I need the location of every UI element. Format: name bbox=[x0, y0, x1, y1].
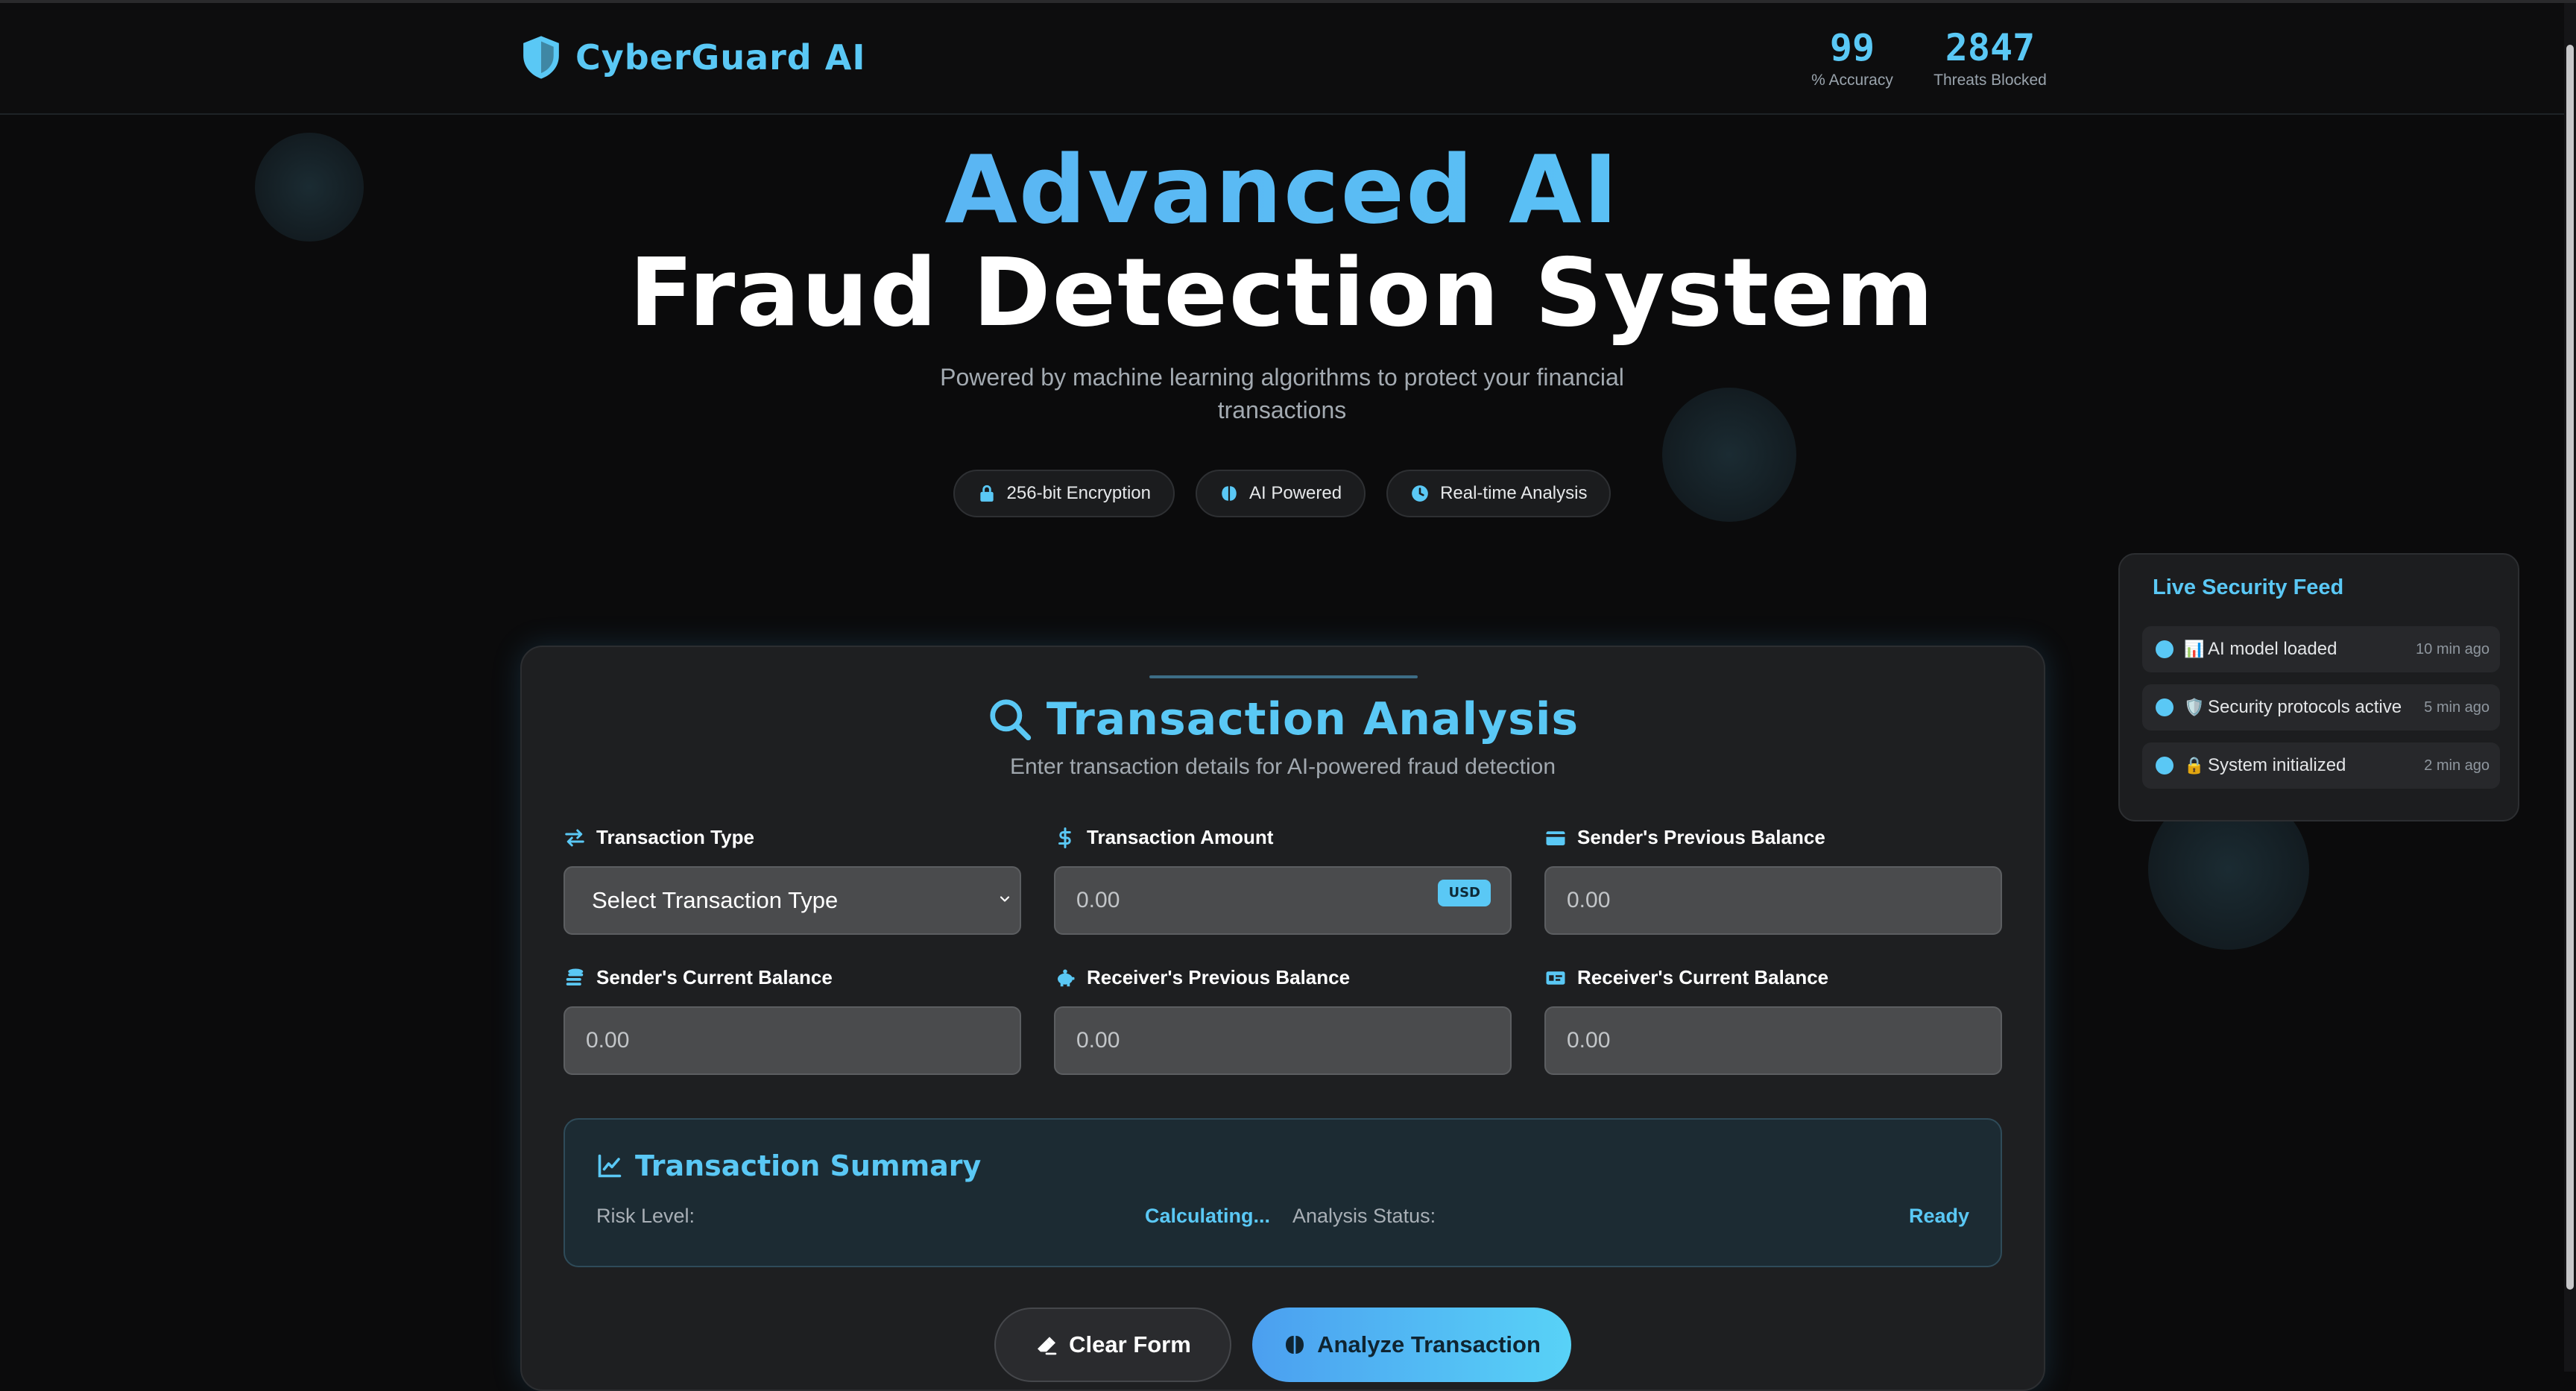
threats-blocked-stat: 2847 Threats Blocked bbox=[1925, 25, 2056, 89]
receiver-prev-balance-field[interactable] bbox=[1054, 1006, 1512, 1075]
hero-title-accent: Advanced AI bbox=[0, 134, 2564, 246]
piggy-bank-icon bbox=[1058, 969, 1075, 986]
card-title: Transaction Analysis bbox=[1046, 693, 1579, 745]
feed-item: 🔒 System initialized 2 min ago bbox=[2142, 742, 2500, 789]
lock-icon: 🔒 bbox=[2184, 756, 2205, 775]
money-check-icon bbox=[1546, 971, 1565, 985]
card-accent-line bbox=[1149, 675, 1418, 678]
chip-realtime: Real-time Analysis bbox=[1386, 470, 1611, 517]
currency-badge: USD bbox=[1438, 880, 1491, 906]
summary-header: Transaction Summary bbox=[596, 1149, 981, 1182]
threats-blocked-value: 2847 bbox=[1945, 26, 2036, 69]
receiver-curr-balance-field[interactable] bbox=[1544, 1006, 2002, 1075]
analysis-status-value: Ready bbox=[1908, 1205, 1969, 1227]
feed-item-text: System initialized bbox=[2208, 755, 2346, 775]
clock-icon bbox=[1412, 485, 1428, 502]
receiver-curr-balance-label: Receiver's Current Balance bbox=[1544, 966, 1828, 989]
brand-logo[interactable]: CyberGuard AI bbox=[519, 34, 865, 81]
shield-icon: 🛡️ bbox=[2184, 698, 2205, 717]
feed-title: Live Security Feed bbox=[2153, 575, 2344, 599]
threats-blocked-label: Threats Blocked bbox=[1933, 72, 2047, 89]
feed-item: 📊 AI model loaded 10 min ago bbox=[2142, 626, 2500, 672]
feed-item-text: Security protocols active bbox=[2208, 697, 2402, 717]
chip-label: 256-bit Encryption bbox=[1006, 483, 1151, 503]
shield-icon bbox=[523, 36, 559, 79]
field-label-text: Transaction Type bbox=[596, 826, 754, 848]
top-navbar: CyberGuard AI 99 % Accuracy 2847 Threats… bbox=[0, 3, 2564, 115]
brain-icon bbox=[1286, 1336, 1304, 1354]
sender-curr-balance-label: Sender's Current Balance bbox=[564, 966, 833, 989]
chip-label: AI Powered bbox=[1248, 483, 1342, 503]
chip-label: Real-time Analysis bbox=[1440, 483, 1588, 503]
line-chart-icon bbox=[598, 1154, 622, 1178]
summary-title: Transaction Summary bbox=[635, 1149, 982, 1182]
brand-name: CyberGuard AI bbox=[575, 37, 866, 78]
card-subtitle: Enter transaction details for AI-powered… bbox=[1009, 754, 1556, 779]
risk-level-label: Risk Level: bbox=[596, 1205, 695, 1227]
coins-icon bbox=[566, 968, 584, 985]
feed-item-time: 5 min ago bbox=[2424, 698, 2490, 716]
sender-prev-balance-field[interactable] bbox=[1544, 866, 2002, 935]
field-label-text: Receiver's Previous Balance bbox=[1087, 966, 1351, 988]
exchange-icon bbox=[565, 829, 584, 846]
analyze-transaction-button[interactable]: Analyze Transaction bbox=[1252, 1308, 1571, 1382]
clear-form-label: Clear Form bbox=[1069, 1331, 1191, 1357]
eraser-icon bbox=[1038, 1337, 1057, 1355]
receiver-prev-balance-label: Receiver's Previous Balance bbox=[1054, 966, 1350, 989]
dollar-icon bbox=[1058, 827, 1071, 848]
feed-item-text: AI model loaded bbox=[2208, 639, 2337, 659]
transaction-amount-input[interactable] bbox=[1076, 868, 1479, 933]
lock-icon bbox=[979, 485, 994, 502]
transaction-amount-label: Transaction Amount bbox=[1054, 826, 1273, 849]
receiver-curr-balance-input[interactable] bbox=[1567, 1008, 1969, 1073]
brain-icon bbox=[1222, 486, 1237, 501]
chip-encryption: 256-bit Encryption bbox=[953, 470, 1175, 517]
risk-level-value: Calculating... bbox=[1144, 1205, 1270, 1227]
search-icon bbox=[990, 699, 1032, 741]
accuracy-stat: 99 % Accuracy bbox=[1804, 25, 1901, 89]
field-label-text: Transaction Amount bbox=[1087, 826, 1274, 848]
hero-title-main: Fraud Detection System bbox=[629, 238, 1935, 347]
transaction-amount-field[interactable]: USD bbox=[1054, 866, 1512, 935]
transaction-summary: Transaction Summary Risk Level: Calculat… bbox=[564, 1118, 2002, 1267]
live-security-feed: Live Security Feed 📊 AI model loaded 10 … bbox=[2118, 553, 2519, 821]
sender-prev-balance-label: Sender's Previous Balance bbox=[1544, 826, 1825, 849]
field-label-text: Sender's Current Balance bbox=[596, 966, 833, 988]
clear-form-button[interactable]: Clear Form bbox=[994, 1308, 1231, 1382]
chart-icon: 📊 bbox=[2184, 640, 2205, 659]
field-label-text: Receiver's Current Balance bbox=[1577, 966, 1829, 988]
scrollbar-thumb[interactable] bbox=[2566, 45, 2574, 1290]
status-dot bbox=[2156, 757, 2174, 775]
chip-ai-powered: AI Powered bbox=[1195, 470, 1366, 517]
field-label-text: Sender's Previous Balance bbox=[1577, 826, 1825, 848]
receiver-prev-balance-input[interactable] bbox=[1076, 1008, 1479, 1073]
accuracy-label: % Accuracy bbox=[1811, 72, 1893, 89]
sender-curr-balance-field[interactable] bbox=[564, 1006, 1021, 1075]
sender-prev-balance-input[interactable] bbox=[1567, 868, 1969, 933]
hero-subtitle: Powered by machine learning algorithms t… bbox=[940, 364, 1624, 423]
analysis-status-label: Analysis Status: bbox=[1292, 1205, 1436, 1227]
feed-item-time: 2 min ago bbox=[2424, 757, 2490, 774]
accuracy-value: 99 bbox=[1829, 26, 1875, 69]
status-dot bbox=[2156, 640, 2174, 658]
feed-item: 🛡️ Security protocols active 5 min ago bbox=[2142, 684, 2500, 731]
feature-chips: 256-bit Encryption AI Powered Real-time … bbox=[0, 470, 2564, 517]
analyze-transaction-label: Analyze Transaction bbox=[1317, 1331, 1541, 1357]
status-dot bbox=[2156, 698, 2174, 716]
transaction-analysis-card: Transaction Analysis Enter transaction d… bbox=[520, 646, 2045, 1391]
sender-curr-balance-input[interactable] bbox=[586, 1008, 988, 1073]
card-header: Transaction Analysis bbox=[522, 693, 2044, 745]
chevron-down-icon bbox=[1000, 896, 1010, 902]
feed-item-time: 10 min ago bbox=[2416, 640, 2490, 657]
transaction-type-label: Transaction Type bbox=[564, 826, 754, 849]
select-value: Select Transaction Type bbox=[592, 887, 839, 913]
wallet-icon bbox=[1546, 830, 1565, 845]
transaction-type-select[interactable]: Select Transaction Type bbox=[564, 866, 1021, 935]
